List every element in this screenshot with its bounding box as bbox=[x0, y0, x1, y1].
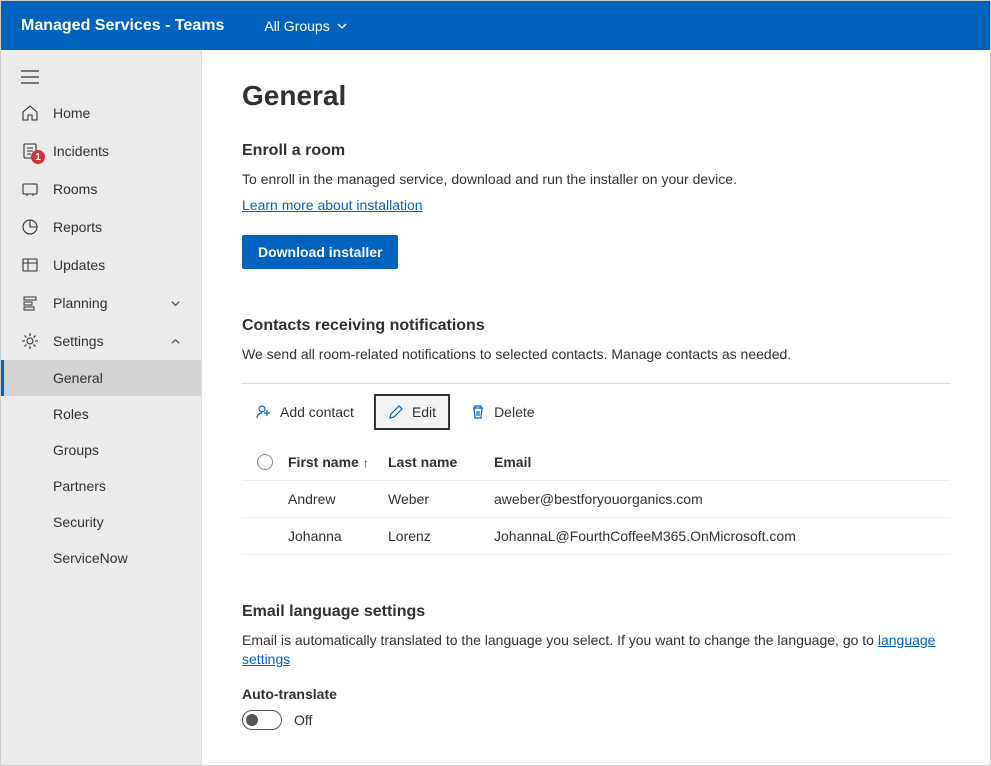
sidebar-item-label: Settings bbox=[53, 333, 156, 349]
sidebar-item-rooms[interactable]: Rooms bbox=[1, 170, 201, 208]
cell-email: JohannaL@FourthCoffeeM365.OnMicrosoft.co… bbox=[494, 528, 950, 544]
cell-email: aweber@bestforyouorganics.com bbox=[494, 491, 950, 507]
sidebar-item-incidents[interactable]: Incidents 1 bbox=[1, 132, 201, 170]
edit-button[interactable]: Edit bbox=[374, 394, 450, 430]
main-content: General Enroll a room To enroll in the m… bbox=[202, 50, 990, 765]
sidebar: Home Incidents 1 Rooms Reports Upd bbox=[1, 50, 202, 765]
groups-dropdown-label: All Groups bbox=[264, 18, 329, 34]
contacts-action-bar: Add contact Edit Delete bbox=[242, 394, 950, 430]
groups-dropdown[interactable]: All Groups bbox=[264, 18, 347, 34]
sidebar-item-label: Incidents bbox=[53, 143, 181, 159]
gear-icon bbox=[21, 332, 39, 350]
sidebar-sub-roles[interactable]: Roles bbox=[1, 396, 201, 432]
hamburger-button[interactable] bbox=[1, 60, 201, 94]
enroll-desc: To enroll in the managed service, downlo… bbox=[242, 170, 950, 190]
cell-last-name: Lorenz bbox=[388, 528, 494, 544]
delete-icon bbox=[470, 404, 486, 420]
language-desc: Email is automatically translated to the… bbox=[242, 631, 950, 670]
sidebar-item-label: Home bbox=[53, 105, 181, 121]
sidebar-item-updates[interactable]: Updates bbox=[1, 246, 201, 284]
sidebar-sub-partners[interactable]: Partners bbox=[1, 468, 201, 504]
enroll-heading: Enroll a room bbox=[242, 142, 950, 160]
divider bbox=[242, 383, 950, 384]
sidebar-item-label: Reports bbox=[53, 219, 181, 235]
contacts-heading: Contacts receiving notifications bbox=[242, 317, 950, 335]
sidebar-item-planning[interactable]: Planning bbox=[1, 284, 201, 322]
incidents-badge: 1 bbox=[31, 150, 45, 164]
sidebar-item-settings[interactable]: Settings bbox=[1, 322, 201, 360]
updates-icon bbox=[21, 256, 39, 274]
sidebar-item-home[interactable]: Home bbox=[1, 94, 201, 132]
sidebar-sub-groups[interactable]: Groups bbox=[1, 432, 201, 468]
sort-asc-icon: ↑ bbox=[363, 456, 369, 470]
contacts-section: Contacts receiving notifications We send… bbox=[242, 317, 950, 555]
delete-label: Delete bbox=[494, 404, 534, 420]
download-installer-button[interactable]: Download installer bbox=[242, 235, 398, 269]
reports-icon bbox=[21, 218, 39, 236]
rooms-icon bbox=[21, 180, 39, 198]
app-title: Managed Services - Teams bbox=[21, 17, 224, 35]
contacts-desc: We send all room-related notifications t… bbox=[242, 345, 950, 365]
sidebar-item-label: Rooms bbox=[53, 181, 181, 197]
contacts-table: First name↑ Last name Email Andrew Weber… bbox=[242, 444, 950, 555]
auto-translate-label: Auto-translate bbox=[242, 686, 950, 702]
email-header[interactable]: Email bbox=[494, 454, 950, 470]
first-name-header[interactable]: First name↑ bbox=[288, 454, 388, 470]
delete-button[interactable]: Delete bbox=[456, 394, 548, 430]
sidebar-sub-security[interactable]: Security bbox=[1, 504, 201, 540]
sidebar-sub-servicenow[interactable]: ServiceNow bbox=[1, 540, 201, 576]
cell-last-name: Weber bbox=[388, 491, 494, 507]
enroll-section: Enroll a room To enroll in the managed s… bbox=[242, 142, 950, 269]
chevron-up-icon bbox=[170, 336, 181, 347]
table-row[interactable]: Johanna Lorenz JohannaL@FourthCoffeeM365… bbox=[242, 518, 950, 555]
table-row[interactable]: Andrew Weber aweber@bestforyouorganics.c… bbox=[242, 481, 950, 518]
add-person-icon bbox=[256, 404, 272, 420]
planning-icon bbox=[21, 294, 39, 312]
chevron-down-icon bbox=[336, 20, 348, 32]
select-all-checkbox[interactable] bbox=[257, 454, 273, 470]
edit-icon bbox=[388, 404, 404, 420]
sidebar-item-label: Updates bbox=[53, 257, 181, 273]
toggle-state-text: Off bbox=[294, 712, 312, 728]
topbar: Managed Services - Teams All Groups bbox=[1, 1, 990, 50]
add-contact-button[interactable]: Add contact bbox=[242, 394, 368, 430]
home-icon bbox=[21, 104, 39, 122]
select-all-column[interactable] bbox=[242, 454, 288, 470]
page-title: General bbox=[242, 80, 950, 112]
add-contact-label: Add contact bbox=[280, 404, 354, 420]
chevron-down-icon bbox=[170, 298, 181, 309]
sidebar-item-reports[interactable]: Reports bbox=[1, 208, 201, 246]
cell-first-name: Andrew bbox=[288, 491, 388, 507]
language-heading: Email language settings bbox=[242, 603, 950, 621]
cell-first-name: Johanna bbox=[288, 528, 388, 544]
edit-label: Edit bbox=[412, 404, 436, 420]
language-section: Email language settings Email is automat… bbox=[242, 603, 950, 730]
learn-more-link[interactable]: Learn more about installation bbox=[242, 197, 423, 213]
toggle-knob bbox=[246, 714, 258, 726]
sidebar-sub-general[interactable]: General bbox=[1, 360, 201, 396]
sidebar-item-label: Planning bbox=[53, 295, 156, 311]
last-name-header[interactable]: Last name bbox=[388, 454, 494, 470]
auto-translate-toggle[interactable] bbox=[242, 710, 282, 730]
table-header: First name↑ Last name Email bbox=[242, 444, 950, 481]
